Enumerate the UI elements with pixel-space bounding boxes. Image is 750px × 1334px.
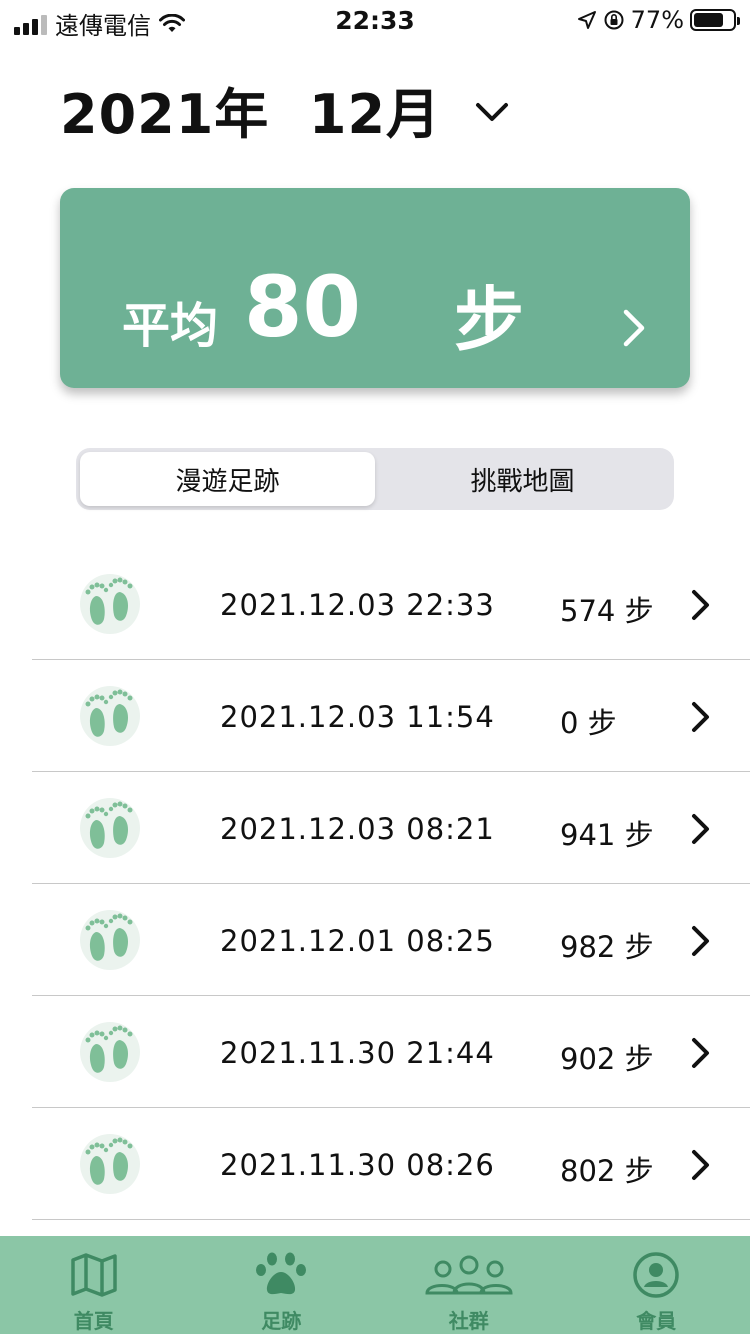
chevron-right-icon xyxy=(692,814,709,844)
chevron-right-icon xyxy=(692,926,709,956)
chevron-right-icon xyxy=(692,1038,709,1068)
map-icon xyxy=(71,1252,117,1297)
record-row[interactable]: 2021.12.03 22:33 574 步 xyxy=(0,548,750,660)
tab-bar: 首頁 足跡 社群 會員 xyxy=(0,1236,750,1334)
view-segmented-control: 漫遊足跡 挑戰地圖 xyxy=(76,448,674,510)
location-arrow-icon xyxy=(577,11,596,29)
record-datetime: 2021.11.30 08:26 xyxy=(220,1148,495,1182)
chevron-right-icon xyxy=(623,309,645,347)
tab-community[interactable]: 社群 xyxy=(375,1236,563,1334)
chevron-right-icon xyxy=(692,1150,709,1180)
record-datetime: 2021.12.03 11:54 xyxy=(220,700,495,734)
status-right: 77% xyxy=(577,6,740,34)
record-row[interactable]: 2021.12.03 11:54 0 步 xyxy=(0,660,750,772)
record-row[interactable]: 2021.12.03 08:21 941 步 xyxy=(0,772,750,884)
tab-label: 足跡 xyxy=(261,1309,302,1333)
people-icon xyxy=(425,1255,513,1294)
chevron-right-icon xyxy=(692,590,709,620)
average-unit: 步 xyxy=(454,279,524,361)
tab-footprints[interactable]: 足跡 xyxy=(188,1236,376,1334)
month-selector[interactable]: 2021年 12月 xyxy=(60,70,509,149)
segment-roaming-footprints[interactable]: 漫遊足跡 xyxy=(80,452,375,506)
tab-label: 會員 xyxy=(636,1309,677,1333)
footprint-icon xyxy=(80,574,140,634)
record-row[interactable]: 2021.11.30 08:26 802 步 xyxy=(0,1108,750,1220)
record-datetime: 2021.12.03 08:21 xyxy=(220,812,495,846)
average-steps-card[interactable]: 平均 80 步 xyxy=(60,188,690,388)
record-steps: 574 步 xyxy=(560,594,654,628)
footprint-icon xyxy=(80,1022,140,1082)
status-bar: 遠傳電信 22:33 77% xyxy=(0,0,750,40)
footprint-record-list: 2021.12.03 22:33 574 步 2021.12.03 11:54 0 步… xyxy=(0,548,750,1220)
record-row[interactable]: 2021.11.30 21:44 902 步 xyxy=(0,996,750,1108)
record-row[interactable]: 2021.12.01 08:25 982 步 xyxy=(0,884,750,996)
record-datetime: 2021.12.01 08:25 xyxy=(220,924,495,958)
footprint-icon xyxy=(80,798,140,858)
footprint-icon xyxy=(80,910,140,970)
segment-challenge-map[interactable]: 挑戰地圖 xyxy=(375,452,670,506)
chevron-right-icon xyxy=(692,702,709,732)
record-datetime: 2021.11.30 21:44 xyxy=(220,1036,495,1070)
battery-level-fill xyxy=(694,13,724,27)
row-divider xyxy=(32,1219,750,1220)
tab-label: 首頁 xyxy=(73,1309,114,1333)
user-icon xyxy=(633,1251,679,1298)
average-label: 平均 xyxy=(122,298,219,354)
month-title: 2021年 12月 xyxy=(60,83,442,146)
record-steps: 982 步 xyxy=(560,930,654,964)
paw-icon xyxy=(256,1252,307,1294)
rotation-lock-icon xyxy=(604,10,624,30)
battery-icon xyxy=(690,9,740,31)
footprint-icon xyxy=(80,1134,140,1194)
record-steps: 902 步 xyxy=(560,1042,654,1076)
record-steps: 941 步 xyxy=(560,818,654,852)
tab-home[interactable]: 首頁 xyxy=(0,1236,188,1334)
footprint-icon xyxy=(80,686,140,746)
record-steps: 0 步 xyxy=(560,706,617,740)
average-value: 80 xyxy=(244,258,361,356)
record-steps: 802 步 xyxy=(560,1154,654,1188)
chevron-down-icon[interactable] xyxy=(475,101,509,123)
tab-member[interactable]: 會員 xyxy=(563,1236,750,1334)
battery-percent: 77% xyxy=(630,6,684,34)
record-datetime: 2021.12.03 22:33 xyxy=(220,588,495,622)
tab-label: 社群 xyxy=(448,1309,489,1333)
